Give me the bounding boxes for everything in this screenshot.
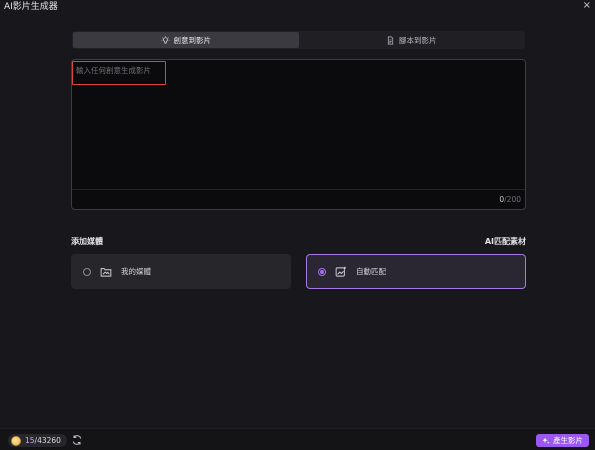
document-icon [387, 35, 394, 45]
auto-match-option[interactable]: 自動匹配 [306, 254, 526, 289]
ai-video-generator-window: AI影片生成器 × 創意到影片 腳本到影片 0/200 添加媒體 AI匹配素 [0, 0, 595, 450]
lightbulb-icon [161, 35, 169, 44]
title-bar: AI影片生成器 × [0, 0, 595, 14]
my-media-label: 我的媒體 [121, 267, 151, 276]
tab-idea-label: 創意到影片 [173, 35, 212, 45]
credits-badge[interactable]: 15/43260 [8, 434, 67, 447]
coin-icon [11, 435, 21, 446]
tab-script-label: 腳本到影片 [399, 35, 437, 45]
generate-video-button[interactable]: 產生影片 [536, 434, 589, 447]
generate-label: 產生影片 [553, 436, 583, 445]
tab-script-to-video[interactable]: 腳本到影片 [299, 32, 525, 48]
tab-idea-to-video[interactable]: 創意到影片 [73, 32, 299, 48]
close-icon[interactable]: × [583, 0, 591, 12]
sparkle-icon [542, 437, 550, 444]
image-sparkle-icon [335, 266, 346, 277]
prompt-box: 0/200 [71, 59, 526, 210]
refresh-icon[interactable] [71, 434, 83, 446]
char-limit: /200 [504, 195, 521, 204]
auto-match-radio[interactable] [318, 267, 326, 276]
folder-media-icon [100, 267, 112, 277]
prompt-divider [72, 189, 525, 190]
my-media-option[interactable]: 我的媒體 [71, 254, 291, 289]
my-media-radio[interactable] [83, 267, 91, 276]
mode-tabs: 創意到影片 腳本到影片 [72, 31, 525, 49]
add-media-label: 添加媒體 [71, 237, 103, 246]
credits-used: 15 [25, 436, 35, 445]
ai-match-label: AI匹配素材 [484, 237, 526, 246]
prompt-input[interactable] [74, 62, 523, 188]
bottom-bar: 15/43260 產生影片 [0, 428, 595, 450]
auto-match-label: 自動匹配 [356, 267, 386, 276]
window-title: AI影片生成器 [4, 2, 58, 12]
char-counter: 0/200 [499, 195, 521, 204]
credits-total: /43260 [34, 436, 61, 445]
